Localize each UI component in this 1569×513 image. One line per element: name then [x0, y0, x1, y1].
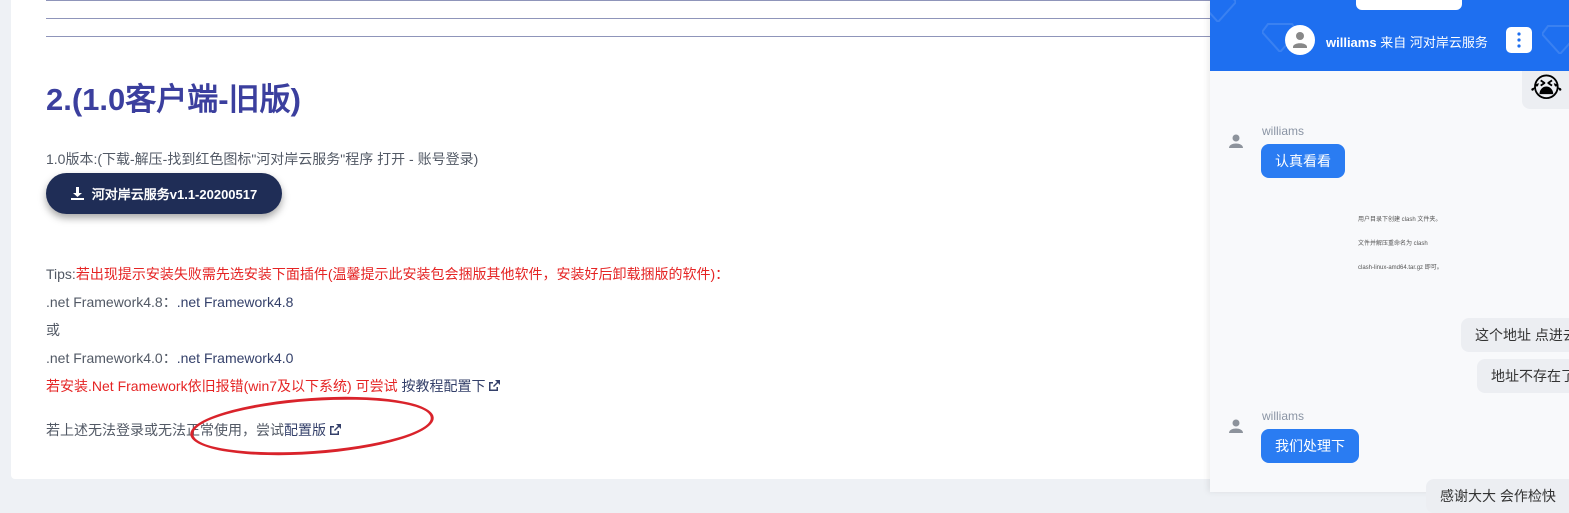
agent-name: williams: [1326, 35, 1377, 50]
more-vertical-icon: [1517, 32, 1521, 48]
image-text-line: 文件并解压重命名为 clash: [1358, 241, 1428, 247]
user-message: 这个地址 点进去: [1461, 318, 1569, 352]
divider: [46, 36, 1226, 37]
tips-prefix: Tips:: [46, 266, 76, 282]
external-link-icon: [489, 380, 501, 394]
message-sender: williams: [1262, 409, 1304, 423]
chat-top-button[interactable]: [1356, 0, 1462, 10]
user-message-emoji: 😭: [1522, 71, 1569, 109]
net40-link[interactable]: .net Framework4.0: [177, 350, 294, 366]
user-icon: [1293, 32, 1307, 48]
tutorial-link[interactable]: 按教程配置下: [401, 378, 485, 394]
avatar: [1285, 25, 1315, 55]
section-heading: 2.(1.0客户端-旧版): [46, 82, 301, 117]
error-text: 若安装.Net Framework依旧报错(win7及以下系统) 可尝试: [46, 378, 398, 394]
tips-text: 若出现提示安装失败需先选安装下面插件(温馨提示此安装包会捆版其他软件，安装好后卸…: [75, 266, 730, 282]
crying-emoji-icon: 😭: [1530, 72, 1563, 103]
net48-link[interactable]: .net Framework4.8: [177, 294, 294, 310]
chat-header: williams 来自 河对岸云服务: [1210, 0, 1569, 71]
image-text-line: clash-linux-amd64.tar.gz 即可。: [1358, 265, 1443, 271]
chat-header-title: williams 来自 河对岸云服务: [1326, 32, 1488, 51]
net40-prefix: .net Framework4.0：: [46, 350, 177, 366]
intro-text: 1.0版本:(下载-解压-找到红色图标"河对岸云服务"程序 打开 - 账号登录): [46, 151, 479, 167]
user-message: 感谢大大 会作检快: [1426, 479, 1569, 513]
agent-avatar-icon: [1229, 419, 1243, 433]
divider: [46, 18, 1226, 19]
or-text: 或: [46, 322, 60, 338]
tips-line: Tips:若出现提示安装失败需先选安装下面插件(温馨提示此安装包会捆版其他软件，…: [46, 264, 729, 284]
diamond-decor-icon: [1210, 0, 1236, 22]
net48-line: .net Framework4.8：.net Framework4.8: [46, 292, 293, 312]
diamond-decor-icon: [1542, 25, 1569, 54]
chat-messages: 😭 williams 认真看看 用户目录下创建 clash 文件夹。 文件并解压…: [1210, 71, 1569, 513]
content-card: [11, 0, 1271, 479]
agent-avatar-icon: [1229, 134, 1243, 148]
image-text-line: 用户目录下创建 clash 文件夹。: [1358, 217, 1442, 223]
divider: [46, 0, 1226, 1]
chat-widget: williams 来自 河对岸云服务 😭 williams 认真看看 用户目录下…: [1210, 0, 1569, 513]
download-button[interactable]: 河对岸云服务v1.1-20200517: [46, 173, 282, 214]
net40-line: .net Framework4.0：.net Framework4.0: [46, 348, 293, 368]
message-sender: williams: [1262, 124, 1304, 138]
net48-prefix: .net Framework4.8：: [46, 294, 177, 310]
download-label: 河对岸云服务v1.1-20200517: [91, 187, 258, 202]
user-message: 地址不存在了: [1477, 359, 1569, 393]
chat-menu-button[interactable]: [1506, 27, 1532, 53]
download-icon: [70, 187, 84, 200]
agent-message: 我们处理下: [1261, 429, 1359, 463]
agent-message: 认真看看: [1261, 144, 1345, 178]
agent-origin: 来自 河对岸云服务: [1380, 35, 1488, 50]
error-line: 若安装.Net Framework依旧报错(win7及以下系统) 可尝试 按教程…: [46, 376, 501, 396]
